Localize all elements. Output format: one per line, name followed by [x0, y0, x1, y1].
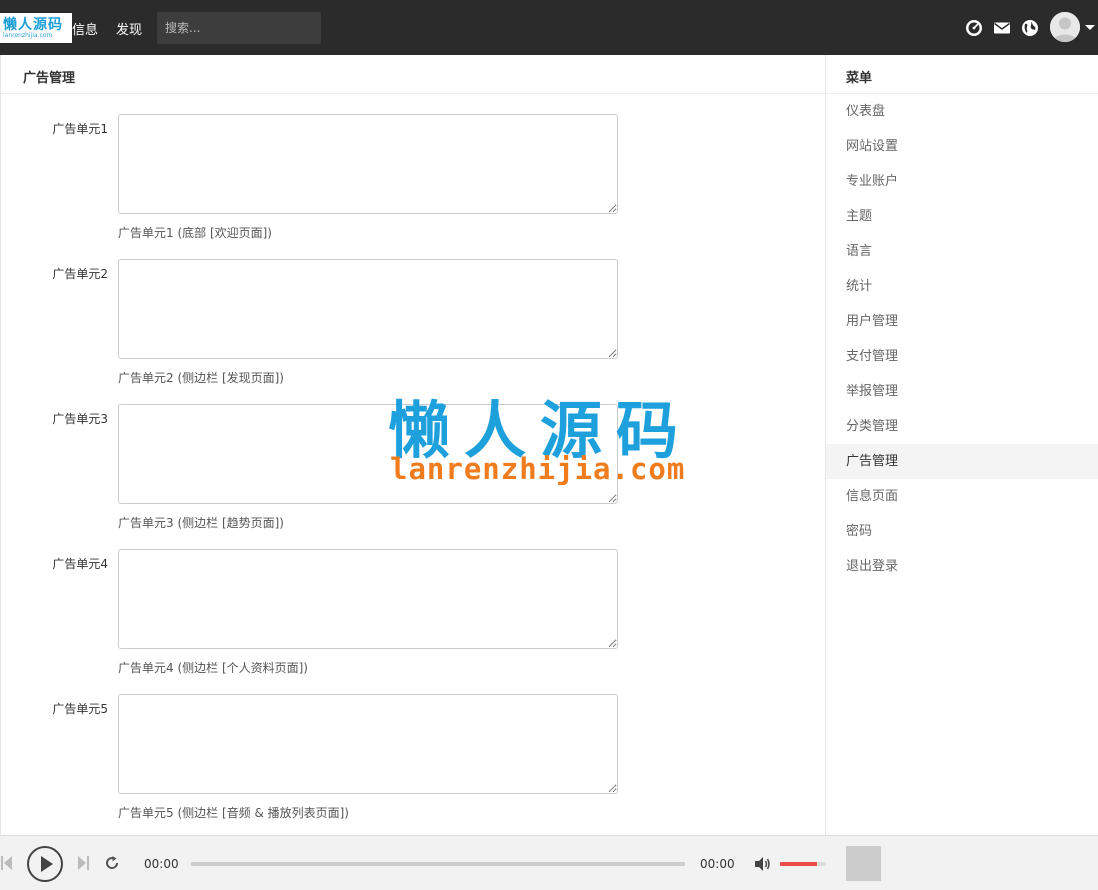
ad-unit-5-textarea[interactable]: [118, 694, 618, 794]
nav-discover-link[interactable]: 发现: [116, 19, 142, 38]
volume-level: [780, 862, 817, 866]
sidebar-item-logout[interactable]: 退出登录: [826, 549, 1098, 584]
ad-unit-1-textarea[interactable]: [118, 114, 618, 214]
logo-text: 懒人源码: [3, 17, 63, 33]
play-icon[interactable]: [26, 845, 64, 883]
next-icon[interactable]: [76, 854, 90, 872]
progress-bar[interactable]: [191, 862, 685, 866]
ad-unit-3-label: 广告单元3: [52, 412, 108, 426]
volume-icon[interactable]: [754, 856, 771, 872]
site-logo[interactable]: 懒人源码 lanrenzhijia.com: [0, 13, 72, 43]
sidebar-item-payments[interactable]: 支付管理: [826, 339, 1098, 374]
ad-unit-4-label: 广告单元4: [52, 557, 108, 571]
ad-unit-1-label: 广告单元1: [52, 122, 108, 136]
sidebar-item-users[interactable]: 用户管理: [826, 304, 1098, 339]
dashboard-icon[interactable]: [965, 19, 983, 37]
sidebar-item-ads[interactable]: 广告管理: [826, 444, 1098, 479]
volume-slider[interactable]: [780, 862, 826, 866]
prev-icon[interactable]: [0, 854, 14, 872]
nav-messages-link[interactable]: 信息: [72, 19, 98, 38]
sidebar-item-site-settings[interactable]: 网站设置: [826, 129, 1098, 164]
watermark-url: lanrenzhijia.com: [390, 452, 686, 486]
avatar-icon: [1050, 12, 1080, 42]
current-time: 00:00: [144, 857, 179, 871]
total-time: 00:00: [700, 857, 735, 871]
sidebar-item-languages[interactable]: 语言: [826, 234, 1098, 269]
panel-divider: [1, 93, 827, 94]
sidebar-item-themes[interactable]: 主题: [826, 199, 1098, 234]
ad-unit-2-help: 广告单元2 (侧边栏 [发现页面]): [118, 371, 284, 385]
sidebar-item-reports[interactable]: 举报管理: [826, 374, 1098, 409]
ad-unit-1-help: 广告单元1 (底部 [欢迎页面]): [118, 226, 272, 240]
track-cover-thumbnail[interactable]: [846, 846, 881, 881]
top-navbar: 懒人源码 lanrenzhijia.com 信息 发现: [0, 0, 1098, 55]
globe-icon[interactable]: [1021, 19, 1039, 37]
mail-icon[interactable]: [993, 19, 1011, 37]
ad-unit-2-textarea[interactable]: [118, 259, 618, 359]
user-avatar[interactable]: [1050, 12, 1080, 42]
search-input[interactable]: [157, 12, 321, 44]
repeat-icon[interactable]: [104, 855, 120, 871]
user-menu-caret-icon[interactable]: [1085, 25, 1095, 30]
sidebar-title: 菜单: [846, 71, 873, 86]
sidebar-item-info-pages[interactable]: 信息页面: [826, 479, 1098, 514]
ad-unit-5-label: 广告单元5: [52, 702, 108, 716]
ad-unit-4-textarea[interactable]: [118, 549, 618, 649]
audio-player-bar: 00:00 00:00: [0, 835, 1098, 890]
sidebar-item-stats[interactable]: 统计: [826, 269, 1098, 304]
sidebar-item-categories[interactable]: 分类管理: [826, 409, 1098, 444]
ad-unit-5-help: 广告单元5 (侧边栏 [音频 & 播放列表页面]): [118, 806, 349, 820]
logo-subtext: lanrenzhijia.com: [3, 32, 53, 39]
ad-unit-4-help: 广告单元4 (侧边栏 [个人资料页面]): [118, 661, 308, 675]
panel-title: 广告管理: [23, 71, 76, 86]
ad-unit-3-help: 广告单元3 (侧边栏 [趋势页面]): [118, 516, 284, 530]
ad-unit-2-label: 广告单元2: [52, 267, 108, 281]
sidebar-item-password[interactable]: 密码: [826, 514, 1098, 549]
admin-sidebar-menu: 菜单 仪表盘 网站设置 专业账户 主题 语言 统计 用户管理 支付管理 举报管理…: [826, 55, 1098, 835]
sidebar-item-dashboard[interactable]: 仪表盘: [826, 94, 1098, 129]
sidebar-item-pro-accounts[interactable]: 专业账户: [826, 164, 1098, 199]
